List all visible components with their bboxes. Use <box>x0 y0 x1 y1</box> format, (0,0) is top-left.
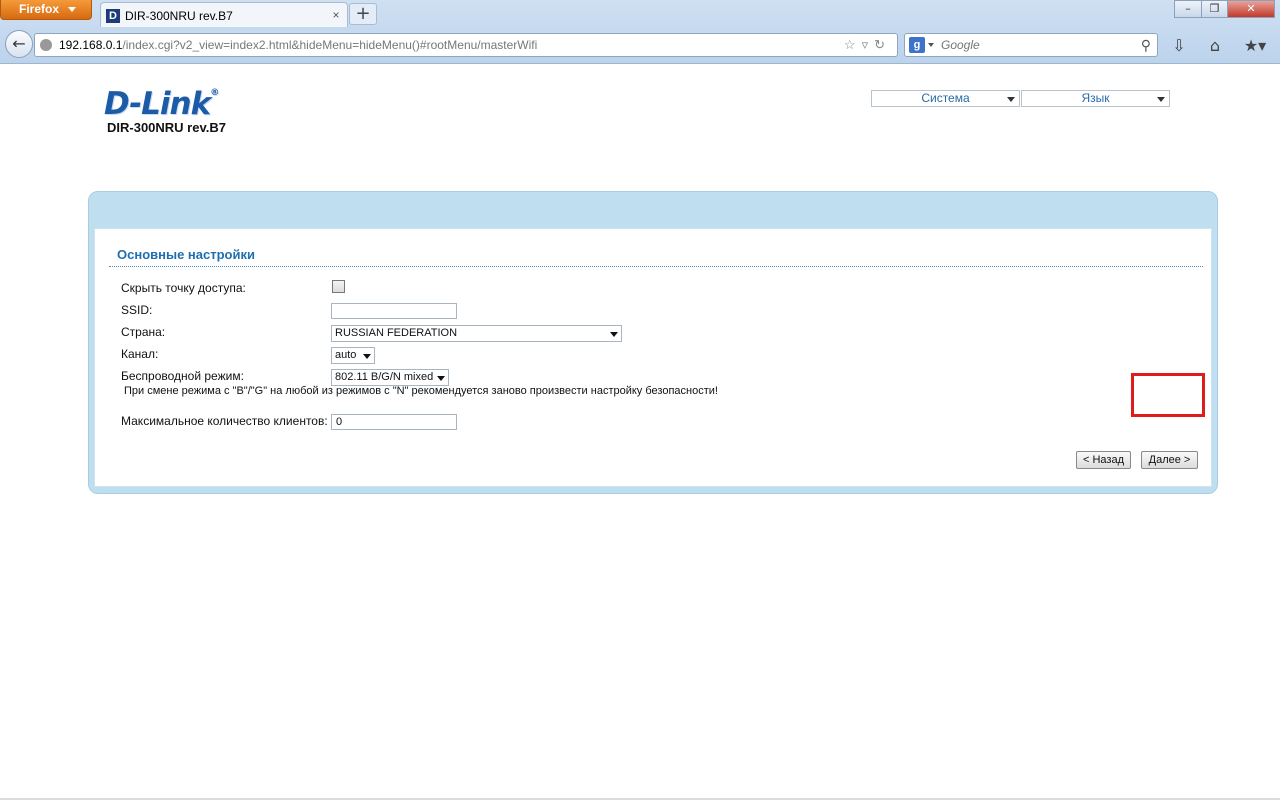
globe-icon <box>40 39 52 51</box>
country-label: Страна: <box>121 325 166 339</box>
url-bar-icons: ☆▿↻ <box>844 34 891 56</box>
url-path: /index.cgi?v2_view=index2.html&hideMenu=… <box>122 38 538 52</box>
chevron-down-icon <box>68 7 76 12</box>
system-menu-label: Система <box>921 91 970 105</box>
wireless-mode-select[interactable]: 802.11 B/G/N mixed <box>331 369 449 386</box>
navigation-bar: ← 192.168.0.1/index.cgi?v2_view=index2.h… <box>0 28 1280 62</box>
next-button-highlight <box>1131 373 1205 417</box>
dlink-logo: D-Link® <box>104 86 219 122</box>
ssid-input[interactable] <box>331 303 457 319</box>
search-engine-caret-icon[interactable] <box>928 43 934 47</box>
download-icon[interactable]: ⇩ <box>1168 36 1190 56</box>
address-bar[interactable]: 192.168.0.1/index.cgi?v2_view=index2.htm… <box>34 33 898 57</box>
chevron-down-icon <box>1007 97 1015 102</box>
bookmarks-menu-icon[interactable]: ★▾ <box>1240 36 1270 56</box>
country-value: RUSSIAN FEDERATION <box>335 327 458 339</box>
new-tab-button[interactable]: + <box>349 3 377 25</box>
system-menu-dropdown[interactable]: Система <box>871 90 1020 107</box>
mode-change-note: При смене режима с "B"/"G" на любой из р… <box>124 385 718 397</box>
hide-ap-label: Скрыть точку доступа: <box>121 281 246 295</box>
chevron-down-icon <box>363 354 371 359</box>
url-host: 192.168.0.1 <box>59 38 123 52</box>
firefox-menu-button[interactable]: Firefox <box>0 0 92 20</box>
tab-title: DIR-300NRU rev.B7 <box>125 9 233 23</box>
search-bar[interactable]: g Google ⚲ <box>904 33 1158 57</box>
router-page: D-Link® DIR-300NRU rev.B7 Система Язык О… <box>0 64 1280 800</box>
home-icon[interactable]: ⌂ <box>1204 36 1226 56</box>
section-divider <box>109 266 1203 267</box>
search-icon[interactable]: ⚲ <box>1141 34 1151 56</box>
section-title: Основные настройки <box>117 247 255 262</box>
dlink-favicon-icon: D <box>106 9 120 23</box>
next-button[interactable]: Далее > <box>1141 451 1198 469</box>
tab-close-icon[interactable]: × <box>329 8 343 22</box>
browser-chrome: Firefox D DIR-300NRU rev.B7 × + – ❐ ✕ ← … <box>0 0 1280 64</box>
maximize-icon[interactable]: ❐ <box>1201 0 1228 18</box>
logo-registered-mark: ® <box>210 88 219 98</box>
max-clients-label: Максимальное количество клиентов: <box>121 414 328 428</box>
hide-ap-checkbox[interactable] <box>332 280 345 293</box>
settings-panel: Основные настройки Скрыть точку доступа:… <box>88 191 1218 494</box>
wireless-mode-value: 802.11 B/G/N mixed <box>335 371 434 383</box>
dropdown-arrow-icon[interactable]: ▿ <box>862 37 875 52</box>
search-placeholder: Google <box>941 38 980 52</box>
browser-tab[interactable]: D DIR-300NRU rev.B7 × <box>100 2 348 27</box>
channel-value: auto <box>335 349 357 361</box>
window-close-icon[interactable]: ✕ <box>1227 0 1275 18</box>
reload-icon[interactable]: ↻ <box>874 37 891 52</box>
channel-select[interactable]: auto <box>331 347 375 364</box>
chevron-down-icon <box>1157 97 1165 102</box>
max-clients-input[interactable]: 0 <box>331 414 457 430</box>
logo-text: D-Link <box>104 86 211 122</box>
chevron-down-icon <box>437 376 445 381</box>
router-model: DIR-300NRU rev.B7 <box>107 120 226 135</box>
firefox-menu-label: Firefox <box>19 2 60 16</box>
google-icon[interactable]: g <box>909 37 925 53</box>
minimize-icon[interactable]: – <box>1174 0 1202 18</box>
chevron-down-icon <box>610 332 618 337</box>
bookmark-star-icon[interactable]: ☆ <box>844 37 862 52</box>
language-menu-dropdown[interactable]: Язык <box>1021 90 1170 107</box>
settings-panel-body: Основные настройки Скрыть точку доступа:… <box>94 228 1212 487</box>
language-menu-label: Язык <box>1081 91 1110 105</box>
back-arrow-icon[interactable]: ← <box>5 30 33 58</box>
channel-label: Канал: <box>121 347 159 361</box>
back-button[interactable]: < Назад <box>1076 451 1131 469</box>
wireless-mode-label: Беспроводной режим: <box>121 369 244 383</box>
ssid-label: SSID: <box>121 303 153 317</box>
country-select[interactable]: RUSSIAN FEDERATION <box>331 325 622 342</box>
